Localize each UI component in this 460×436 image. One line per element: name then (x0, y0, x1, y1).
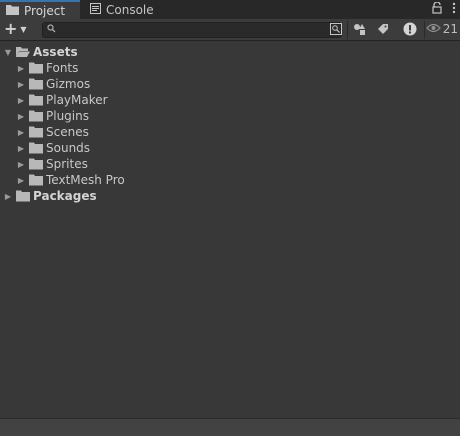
tab-label: Console (106, 2, 154, 17)
toolbar-separator (347, 21, 348, 39)
tree-item-label: Fonts (46, 61, 79, 75)
search-field[interactable] (42, 22, 342, 38)
tree-item-gizmos[interactable]: ▶ Gizmos (0, 76, 460, 92)
tabbar-controls (432, 1, 456, 17)
create-button[interactable]: + ▼ (4, 21, 27, 37)
dropdown-arrow-icon: ▼ (20, 24, 27, 34)
tab-bar: Project Console (0, 0, 460, 19)
hidden-count: 21 (442, 22, 458, 36)
open-folder-icon (16, 47, 30, 57)
tree-item-label: Sprites (46, 157, 88, 171)
search-by-importance-icon (403, 22, 417, 39)
folder-icon (29, 158, 43, 170)
folder-icon (29, 142, 43, 154)
folder-icon (16, 190, 30, 202)
tab-project[interactable]: Project (0, 0, 80, 19)
collapsed-arrow-icon[interactable]: ▶ (16, 124, 26, 140)
expand-arrow-icon[interactable]: ▼ (3, 44, 13, 60)
lock-icon[interactable] (432, 1, 442, 17)
tree-item-textmesh-pro[interactable]: ▶ TextMesh Pro (0, 172, 460, 188)
filter-by-type-button[interactable] (350, 21, 370, 39)
tree-item-fonts[interactable]: ▶ Fonts (0, 60, 460, 76)
tree-item-label: PlayMaker (46, 93, 108, 107)
folder-icon (6, 4, 19, 18)
tree-item-label: TextMesh Pro (46, 173, 125, 187)
tree-item-label: Packages (33, 189, 97, 203)
tree-item-plugins[interactable]: ▶ Plugins (0, 108, 460, 124)
search-mode-button[interactable] (326, 21, 346, 39)
collapsed-arrow-icon[interactable]: ▶ (16, 172, 26, 188)
more-icon[interactable] (452, 2, 456, 17)
tab-console[interactable]: Console (84, 0, 164, 19)
tree-item-playmaker[interactable]: ▶ PlayMaker (0, 92, 460, 108)
collapsed-arrow-icon[interactable]: ▶ (16, 76, 26, 92)
tree-item-packages[interactable]: ▶ Packages (0, 188, 460, 204)
collapsed-arrow-icon[interactable]: ▶ (3, 188, 13, 204)
folder-icon (29, 62, 43, 74)
folder-icon (29, 110, 43, 122)
search-by-label-icon (353, 23, 367, 38)
folder-icon (29, 174, 43, 186)
search-by-type-icon (330, 22, 342, 38)
folder-icon (29, 126, 43, 138)
project-toolbar: + ▼ 21 (0, 19, 460, 41)
collapsed-arrow-icon[interactable]: ▶ (16, 108, 26, 124)
plus-icon: + (4, 19, 18, 38)
collapsed-arrow-icon[interactable]: ▶ (16, 140, 26, 156)
tag-icon (377, 23, 389, 38)
console-icon (90, 2, 101, 17)
folder-icon (29, 94, 43, 106)
log-filter-button[interactable] (400, 21, 420, 39)
tree-item-label: Plugins (46, 109, 89, 123)
search-input[interactable] (59, 23, 327, 37)
collapsed-arrow-icon[interactable]: ▶ (16, 60, 26, 76)
tree-item-scenes[interactable]: ▶ Scenes (0, 124, 460, 140)
collapsed-arrow-icon[interactable]: ▶ (16, 156, 26, 172)
tree-item-sounds[interactable]: ▶ Sounds (0, 140, 460, 156)
search-icon (47, 24, 56, 36)
hidden-packages-icon (425, 22, 441, 36)
tree-item-label: Sounds (46, 141, 91, 155)
tree-item-assets[interactable]: ▼ Assets (0, 44, 460, 60)
tree-item-label: Scenes (46, 125, 89, 139)
tab-label: Project (24, 3, 66, 18)
tree-item-label: Gizmos (46, 77, 91, 91)
folder-icon (29, 78, 43, 90)
tree-item-label: Assets (33, 45, 78, 59)
tree-item-sprites[interactable]: ▶ Sprites (0, 156, 460, 172)
status-footer (0, 418, 460, 436)
filter-by-label-button[interactable] (373, 21, 393, 39)
project-tree: ▼ Assets ▶ Fonts ▶ Gizmos ▶ PlayMaker ▶ … (0, 42, 460, 418)
hidden-packages-toggle[interactable]: 21 (425, 22, 458, 36)
collapsed-arrow-icon[interactable]: ▶ (16, 92, 26, 108)
